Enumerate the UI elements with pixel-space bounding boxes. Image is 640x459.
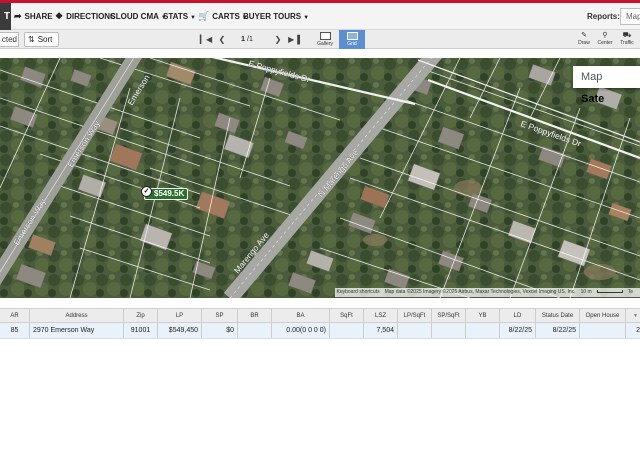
chevron-down-icon: ▼	[190, 15, 196, 21]
reports-select[interactable]: Map	[620, 8, 640, 25]
draw-label: Draw	[578, 40, 590, 46]
column-header[interactable]: Status Date	[536, 309, 580, 322]
cell-lp-sqft	[398, 323, 432, 338]
cell-ld: 8/22/25	[500, 323, 536, 338]
satellite-imagery: Emerson Way Emerson Way Emerson E Poppyf…	[0, 58, 640, 298]
scale-label[interactable]: 10 m	[581, 289, 592, 295]
cell-yb	[466, 323, 500, 338]
column-header[interactable]: BR	[238, 309, 272, 322]
next-page-button[interactable]: ❯	[270, 32, 286, 47]
listing-price-label: $549.5K	[154, 189, 185, 198]
grid-icon	[346, 32, 358, 40]
map-type-control: MapSate	[573, 66, 640, 105]
grid-empty-area	[0, 340, 640, 459]
grid-header: AR Address Zip LP SP BR BA SqFt LSZ LP/S…	[0, 308, 640, 323]
center-label: Center	[597, 40, 613, 46]
cell-sqft	[330, 323, 364, 338]
column-header[interactable]: Zip	[124, 309, 158, 322]
sort-icon: ⇅	[28, 35, 35, 44]
column-header[interactable]: ▼	[626, 309, 640, 322]
map-pin-icon: ⚲	[602, 32, 608, 39]
cell-lsz: 7,504	[364, 323, 398, 338]
pencil-icon: ✎	[581, 32, 587, 39]
car-icon: ⛟	[622, 32, 632, 39]
buyer-tours-menu[interactable]: BUYER TOURS ▼	[243, 3, 309, 30]
listing-price-marker[interactable]: ✓ $549.5K	[141, 186, 189, 200]
cell-status-date: 8/22/25	[536, 323, 580, 338]
share-label: SHARE	[24, 12, 53, 21]
cell-zip: 91001	[124, 323, 158, 338]
column-header[interactable]: Address	[30, 309, 124, 322]
column-header[interactable]: LD	[500, 309, 536, 322]
cell-open-house	[580, 323, 626, 338]
share-icon: ➦	[14, 11, 22, 21]
cell-extra: 2	[636, 327, 640, 334]
cell-sp: $0	[202, 323, 238, 338]
cloud-cma-label: CLOUD CMA	[110, 12, 159, 21]
directions-button[interactable]: ❖ DIRECTIONS	[55, 3, 115, 30]
cloud-cma-menu[interactable]: CLOUD CMA ▼	[110, 3, 167, 30]
prev-page-button[interactable]: ❮	[214, 32, 230, 47]
cell-ar: 85	[0, 323, 30, 338]
stats-label: STATS	[163, 12, 189, 21]
column-header[interactable]: YB	[466, 309, 500, 322]
main-toolbar: T ➦ SHARE ❖ DIRECTIONS CLOUD CMA ▼ STATS ▼ 🛒…	[0, 0, 640, 30]
map-view-button[interactable]: Map	[573, 66, 610, 88]
satellite-map[interactable]: Emerson Way Emerson Way Emerson E Poppyf…	[0, 58, 640, 298]
left-tab[interactable]: T	[0, 3, 11, 30]
draw-button[interactable]: ✎ Draw	[574, 30, 594, 49]
directions-label: DIRECTIONS	[66, 12, 116, 21]
column-header[interactable]: SP/SqFt	[432, 309, 466, 322]
stats-menu[interactable]: STATS ▼	[163, 3, 196, 30]
center-button[interactable]: ⚲ Center	[595, 30, 615, 49]
last-page-button[interactable]: ▶▐	[286, 32, 302, 47]
check-icon: ✓	[141, 186, 152, 197]
sort-button[interactable]: ⇅ Sort	[24, 32, 59, 47]
map-data-credit: Map data ©2025 Imagery ©2025 Airbus, Max…	[384, 289, 576, 295]
cell-sp-sqft	[432, 323, 466, 338]
column-header[interactable]: AR	[0, 309, 30, 322]
gallery-icon	[319, 32, 331, 40]
page-indicator: 1 /1	[232, 32, 262, 47]
cell-lp: $549,450	[158, 323, 202, 338]
grid-label: Grid	[347, 41, 357, 47]
current-page[interactable]: 1	[241, 36, 245, 43]
cell-br	[238, 323, 272, 338]
column-menu-icon: ▼	[633, 313, 638, 319]
column-header[interactable]: LP/SqFt	[398, 309, 432, 322]
map-attribution: Keyboard shortcuts Map data ©2025 Imagery…	[334, 288, 640, 297]
column-header[interactable]: BA	[272, 309, 330, 322]
cell-address[interactable]: 2970 Emerson Way	[30, 323, 124, 338]
terms-link[interactable]: Te	[628, 289, 633, 295]
reports-label: Reports:	[587, 12, 620, 21]
column-header[interactable]: SP	[202, 309, 238, 322]
grid-view-button[interactable]: Grid	[339, 30, 365, 49]
chevron-down-icon: ▼	[303, 15, 310, 21]
column-header[interactable]: LSZ	[364, 309, 398, 322]
selected-filter-button[interactable]: cted	[0, 32, 19, 47]
column-header[interactable]: SqFt	[330, 309, 364, 322]
carts-menu[interactable]: 🛒 CARTS ▼	[198, 3, 248, 30]
buyer-tours-label: BUYER TOURS	[243, 12, 302, 21]
carts-label: CARTS	[212, 12, 240, 21]
cell-ba: 0.00(0 0 0 0)	[272, 323, 330, 338]
column-header[interactable]: Open House	[580, 309, 626, 322]
total-pages: /1	[247, 36, 253, 43]
scale-bar	[596, 290, 623, 294]
traffic-button[interactable]: ⛟ Traffic	[617, 30, 637, 49]
cart-icon: 🛒	[198, 11, 210, 21]
gallery-label: Gallery	[317, 41, 333, 47]
first-page-button[interactable]: ▎◀	[198, 32, 214, 47]
sort-label: Sort	[37, 35, 53, 44]
keyboard-shortcuts-link[interactable]: Keyboard shortcuts	[337, 289, 380, 295]
column-header[interactable]: LP	[158, 309, 202, 322]
traffic-label: Traffic	[620, 40, 634, 46]
directions-icon: ❖	[55, 11, 64, 21]
satellite-view-button[interactable]: Sate	[573, 88, 604, 110]
gallery-view-button[interactable]: Gallery	[312, 30, 338, 49]
table-row[interactable]: 85 2970 Emerson Way 91001 $549,450 $0 0.…	[0, 323, 640, 339]
view-toolbar: cted ⇅ Sort ▎◀ ❮ 1 /1 ❯ ▶▐ Gallery Grid ✎…	[0, 30, 640, 49]
share-button[interactable]: ➦ SHARE	[14, 3, 53, 30]
